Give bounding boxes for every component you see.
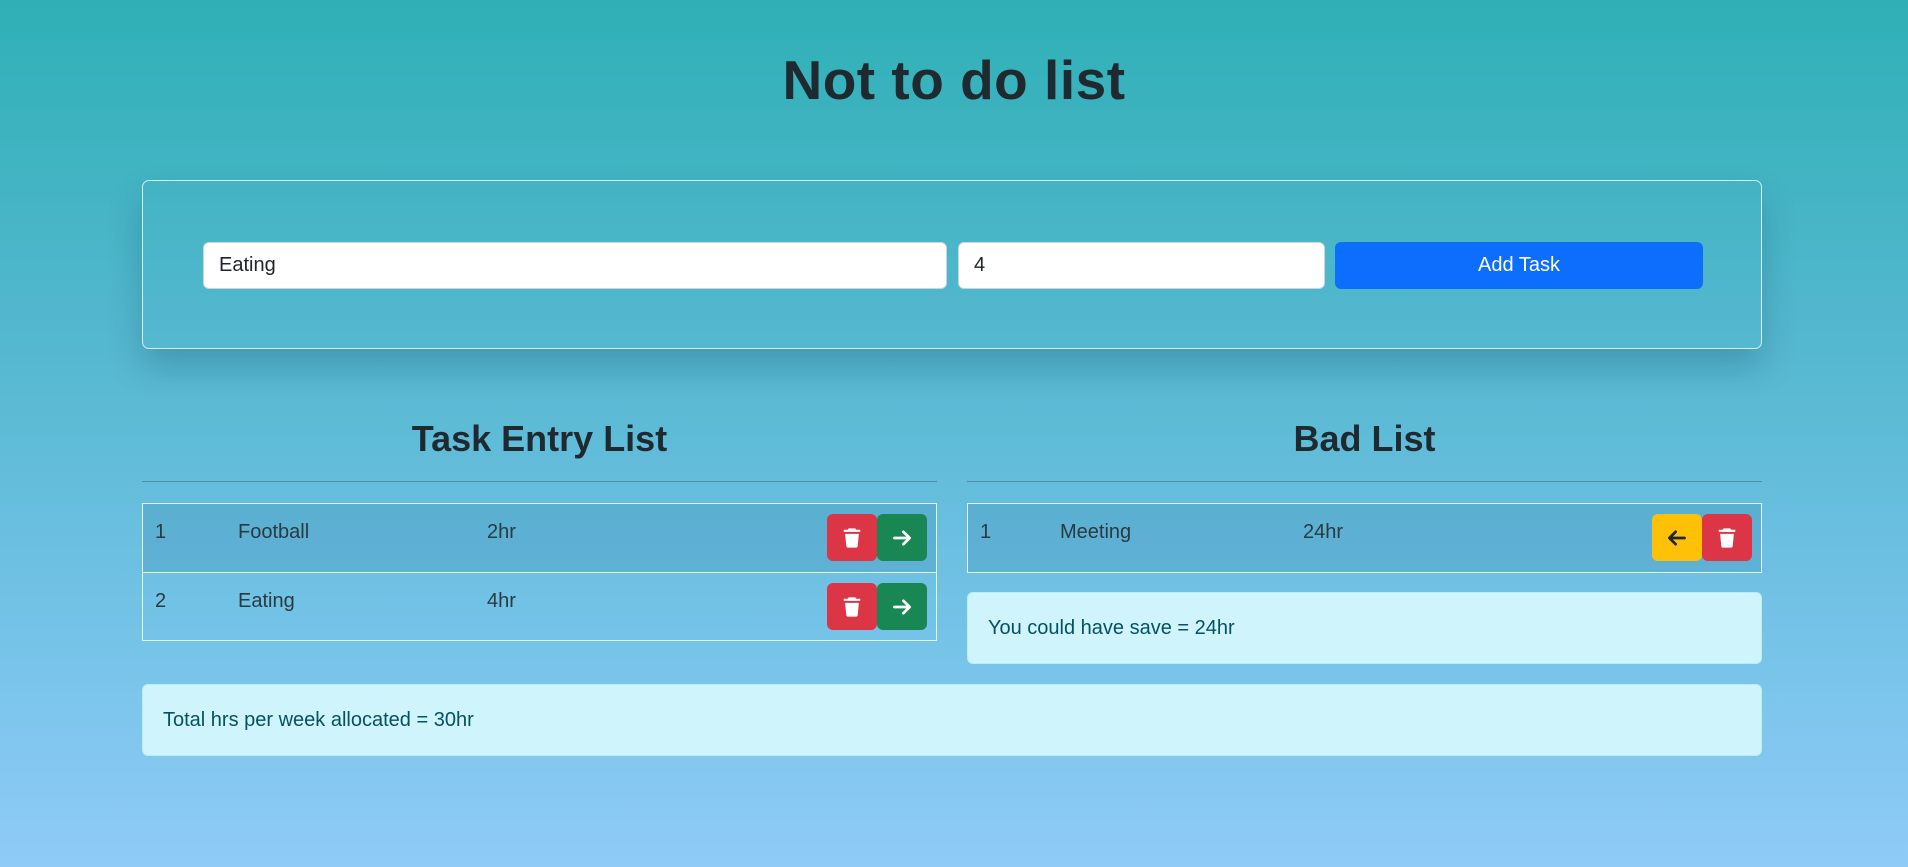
saved-hours-text: You could have save = 24hr — [988, 616, 1235, 639]
row-hours: 24hr — [1303, 521, 1344, 543]
task-form: Add Task — [142, 180, 1762, 349]
row-index: 1 — [980, 521, 992, 543]
row-task: Football — [238, 521, 310, 543]
row-task: Eating — [238, 590, 295, 612]
saved-hours-alert: You could have save = 24hr — [967, 592, 1762, 664]
task-input[interactable] — [203, 242, 947, 289]
move-to-bad-list-button[interactable] — [877, 514, 927, 561]
trash-icon — [843, 527, 861, 548]
table-row: 2 Eating 4hr — [143, 572, 936, 640]
table-row: 1 Football 2hr — [143, 504, 936, 572]
move-to-task-list-button[interactable] — [1652, 514, 1702, 561]
trash-icon — [843, 596, 861, 617]
move-to-bad-list-button[interactable] — [877, 583, 927, 630]
row-index: 1 — [155, 521, 167, 543]
task-entry-list-title: Task Entry List — [411, 418, 668, 459]
total-hours-text: Total hrs per week allocated = 30hr — [163, 708, 474, 731]
row-index: 2 — [155, 590, 167, 612]
delete-button[interactable] — [827, 583, 877, 630]
row-task: Meeting — [1060, 521, 1132, 543]
bad-list-table: 1 Meeting 24hr — [967, 503, 1762, 573]
delete-button[interactable] — [1702, 514, 1752, 561]
delete-button[interactable] — [827, 514, 877, 561]
row-hours: 4hr — [487, 590, 516, 612]
divider — [967, 481, 1762, 482]
arrow-left-icon — [1668, 529, 1686, 546]
total-hours-alert: Total hrs per week allocated = 30hr — [142, 684, 1762, 756]
arrow-right-icon — [893, 529, 911, 546]
task-entry-table: 1 Football 2hr 2 Eating 4hr — [142, 503, 937, 641]
bad-list-title: Bad List — [1293, 418, 1436, 459]
hours-input[interactable] — [958, 242, 1325, 289]
page-title: Not to do list — [782, 49, 1126, 111]
arrow-right-icon — [893, 598, 911, 615]
divider — [142, 481, 937, 482]
table-row: 1 Meeting 24hr — [968, 504, 1761, 572]
row-hours: 2hr — [487, 521, 516, 543]
trash-icon — [1718, 527, 1736, 548]
add-task-button[interactable]: Add Task — [1335, 242, 1703, 289]
